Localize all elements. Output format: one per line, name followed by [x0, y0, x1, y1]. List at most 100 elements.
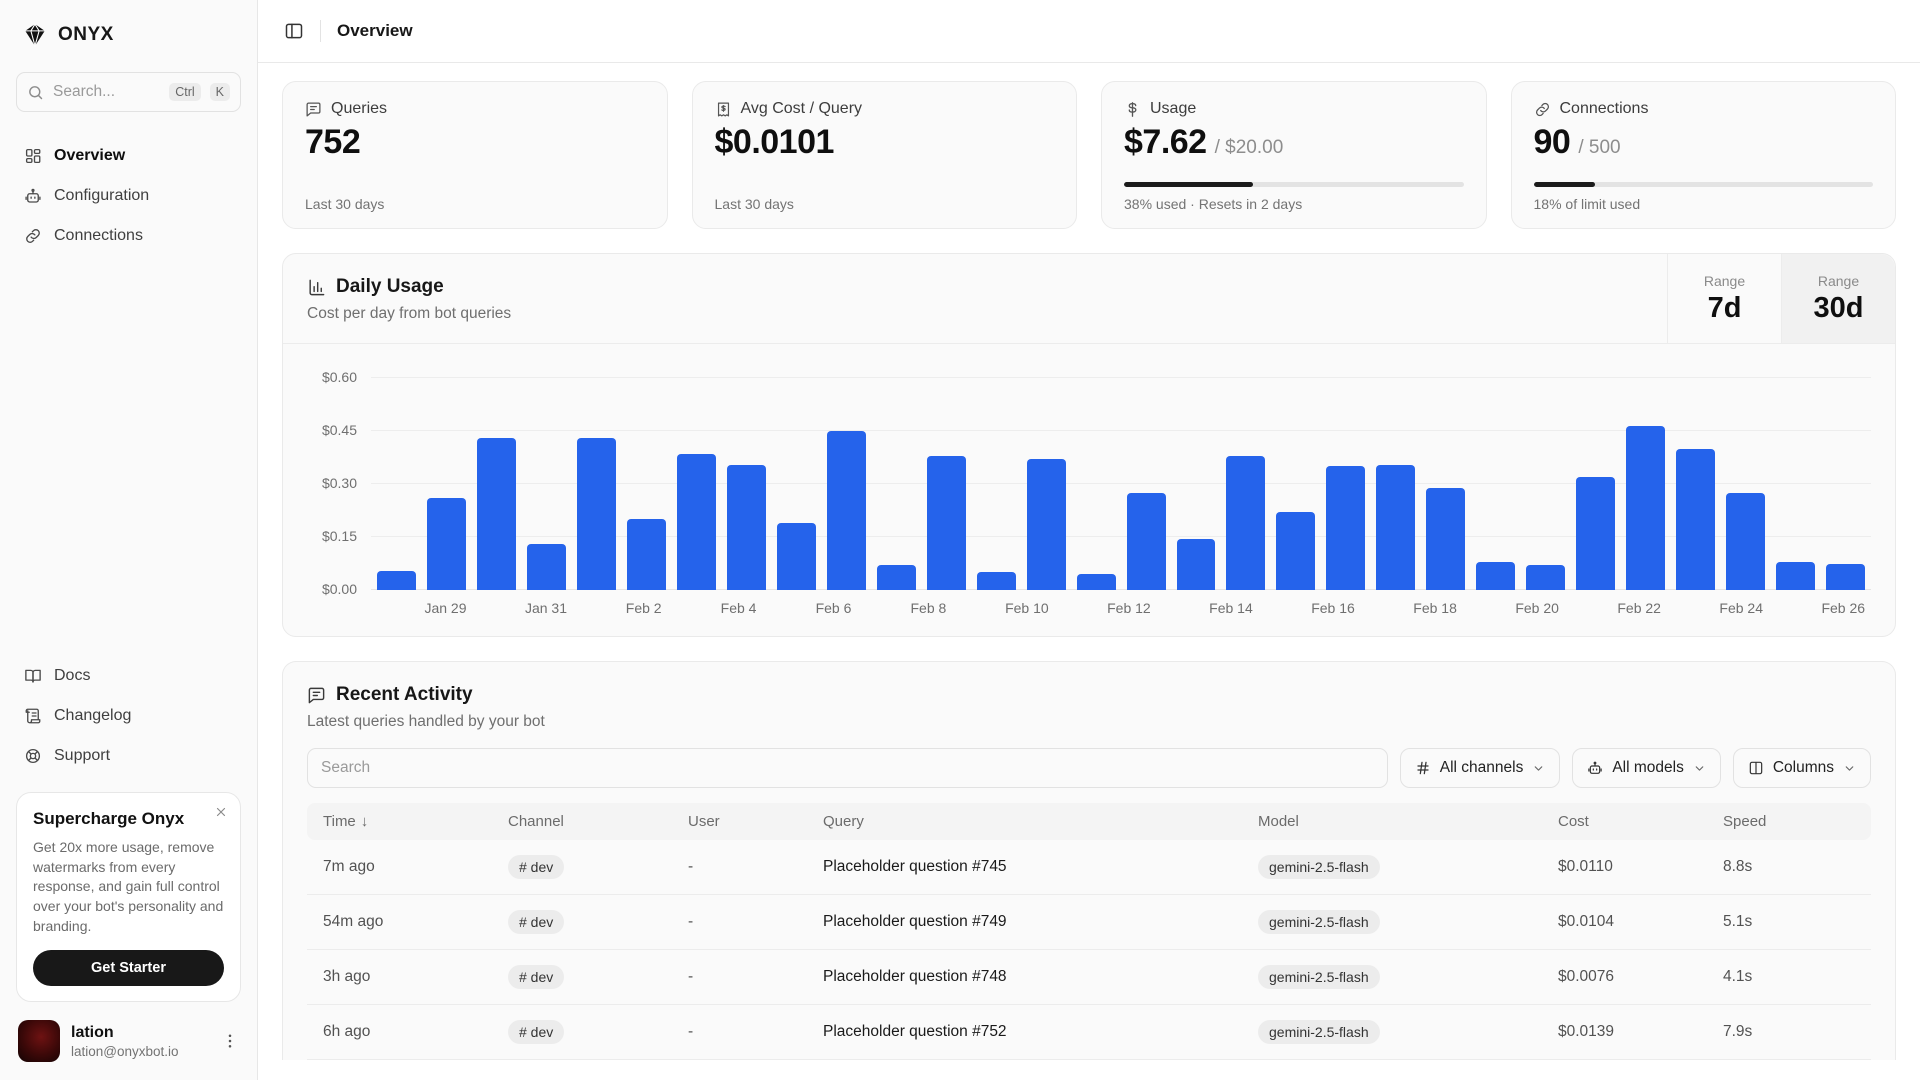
table-row[interactable]: 3h ago# dev-Placeholder question #748gem…	[307, 950, 1871, 1005]
scroll-icon	[24, 707, 42, 725]
cell-time: 3h ago	[307, 968, 492, 986]
bar-jan-31[interactable]	[527, 544, 566, 590]
stat-value: $0.0101	[715, 123, 834, 162]
sidebar-item-support[interactable]: Support	[16, 738, 241, 774]
bar-feb-14[interactable]	[1226, 456, 1265, 590]
bar-feb-24[interactable]	[1726, 493, 1765, 590]
column-header-query[interactable]: Query	[807, 813, 1242, 830]
x-axis-tick: Jan 31	[525, 600, 567, 616]
table-row[interactable]: 6h ago# dev-Placeholder question #752gem…	[307, 1005, 1871, 1060]
user-email: lation@onyxbot.io	[71, 1044, 210, 1059]
get-started-button[interactable]: Get Starter	[33, 950, 224, 986]
bar-feb-25[interactable]	[1776, 562, 1815, 590]
bar-feb-19[interactable]	[1476, 562, 1515, 590]
x-axis-tick: Feb 16	[1311, 600, 1355, 616]
column-header-time[interactable]: Time↓	[307, 813, 492, 830]
bar-feb-13[interactable]	[1177, 539, 1216, 590]
bar-feb-3[interactable]	[677, 454, 716, 590]
bar-feb-11[interactable]	[1077, 574, 1116, 590]
filter-button-columns[interactable]: Columns	[1733, 748, 1871, 788]
bar-feb-22[interactable]	[1626, 426, 1665, 590]
columns-icon	[1748, 760, 1764, 776]
bar-jan-29[interactable]	[427, 498, 466, 590]
bar-feb-7[interactable]	[877, 565, 916, 590]
range-button-7d[interactable]: Range7d	[1667, 254, 1781, 343]
table-row[interactable]: 7m ago# dev-Placeholder question #745gem…	[307, 840, 1871, 895]
bar-feb-8[interactable]	[927, 456, 966, 590]
bar-feb-2[interactable]	[627, 519, 666, 590]
x-axis-tick: Feb 8	[910, 600, 946, 616]
channel-badge: # dev	[508, 1020, 564, 1044]
table-controls: All channels All models Columns	[283, 731, 1895, 803]
sidebar-item-configuration[interactable]: Configuration	[16, 178, 241, 214]
bar-feb-1[interactable]	[577, 438, 616, 590]
user-meta: lation lation@onyxbot.io	[71, 1024, 210, 1059]
x-axis-tick: Feb 26	[1821, 600, 1865, 616]
range-label: Range	[1704, 273, 1745, 289]
bar-feb-12[interactable]	[1127, 493, 1166, 590]
bar-feb-9[interactable]	[977, 572, 1016, 590]
range-button-30d[interactable]: Range30d	[1781, 254, 1895, 343]
sidebar-item-docs[interactable]: Docs	[16, 658, 241, 694]
x-axis-tick	[1060, 600, 1096, 616]
bar-jan-28[interactable]	[377, 571, 416, 590]
stat-label: Connections	[1560, 100, 1649, 118]
table-search-input[interactable]	[307, 748, 1388, 788]
lifebuoy-icon	[24, 747, 42, 765]
table-row[interactable]: 54m ago# dev-Placeholder question #749ge…	[307, 895, 1871, 950]
bar-feb-20[interactable]	[1526, 565, 1565, 590]
stat-footer: Last 30 days	[305, 196, 645, 212]
sidebar-item-overview[interactable]: Overview	[16, 138, 241, 174]
cell-user: -	[672, 858, 807, 876]
sidebar-item-connections[interactable]: Connections	[16, 218, 241, 254]
bar-jan-30[interactable]	[477, 438, 516, 590]
x-axis-tick: Feb 20	[1515, 600, 1559, 616]
close-icon[interactable]	[214, 805, 228, 819]
cell-speed: 7.9s	[1707, 1023, 1871, 1041]
search-icon	[27, 84, 44, 101]
model-badge: gemini-2.5-flash	[1258, 910, 1380, 934]
x-axis-tick	[1366, 600, 1402, 616]
bar-feb-18[interactable]	[1426, 488, 1465, 590]
bar-feb-5[interactable]	[777, 523, 816, 590]
bar-feb-4[interactable]	[727, 465, 766, 590]
cell-time: 7m ago	[307, 858, 492, 876]
gem-logo-icon	[22, 22, 48, 48]
cell-model: gemini-2.5-flash	[1242, 965, 1542, 989]
filter-button-all-models[interactable]: All models	[1572, 748, 1721, 788]
cell-time: 6h ago	[307, 1023, 492, 1041]
column-header-channel[interactable]: Channel	[492, 813, 672, 830]
cell-model: gemini-2.5-flash	[1242, 855, 1542, 879]
daily-usage-chart: $0.00$0.15$0.30$0.45$0.60 Jan 29Jan 31Fe…	[283, 344, 1895, 636]
search-input[interactable]	[53, 83, 160, 101]
bar-feb-16[interactable]	[1326, 466, 1365, 590]
sidebar-search[interactable]: Ctrl K	[16, 72, 241, 112]
user-name: lation	[71, 1024, 210, 1042]
stats-row: Queries752Last 30 daysAvg Cost / Query$0…	[282, 81, 1896, 229]
user-account[interactable]: lation lation@onyxbot.io	[16, 1020, 241, 1062]
daily-usage-title: Daily Usage	[336, 276, 444, 298]
filter-button-all-channels[interactable]: All channels	[1400, 748, 1561, 788]
cell-model: gemini-2.5-flash	[1242, 1020, 1542, 1044]
sidebar-item-label: Connections	[54, 227, 143, 245]
range-label: Range	[1818, 273, 1859, 289]
sort-desc-icon: ↓	[361, 813, 369, 830]
bar-feb-6[interactable]	[827, 431, 866, 590]
bar-feb-21[interactable]	[1576, 477, 1615, 590]
column-header-user[interactable]: User	[672, 813, 807, 830]
sidebar-toggle-icon[interactable]	[284, 21, 304, 41]
stat-value: 752	[305, 123, 360, 162]
bar-feb-10[interactable]	[1027, 459, 1066, 590]
column-header-speed[interactable]: Speed	[1707, 813, 1871, 830]
kebab-menu-icon[interactable]	[221, 1032, 239, 1050]
bar-feb-26[interactable]	[1826, 564, 1865, 591]
column-header-cost[interactable]: Cost	[1542, 813, 1707, 830]
stat-card-usage: Usage$7.62/ $20.0038% used · Resets in 2…	[1101, 81, 1487, 229]
bar-feb-15[interactable]	[1276, 512, 1315, 590]
column-header-model[interactable]: Model	[1242, 813, 1542, 830]
sidebar-item-changelog[interactable]: Changelog	[16, 698, 241, 734]
hash-icon	[1415, 760, 1431, 776]
bar-feb-23[interactable]	[1676, 449, 1715, 590]
bar-feb-17[interactable]	[1376, 465, 1415, 590]
daily-usage-card: Daily Usage Cost per day from bot querie…	[282, 253, 1896, 637]
